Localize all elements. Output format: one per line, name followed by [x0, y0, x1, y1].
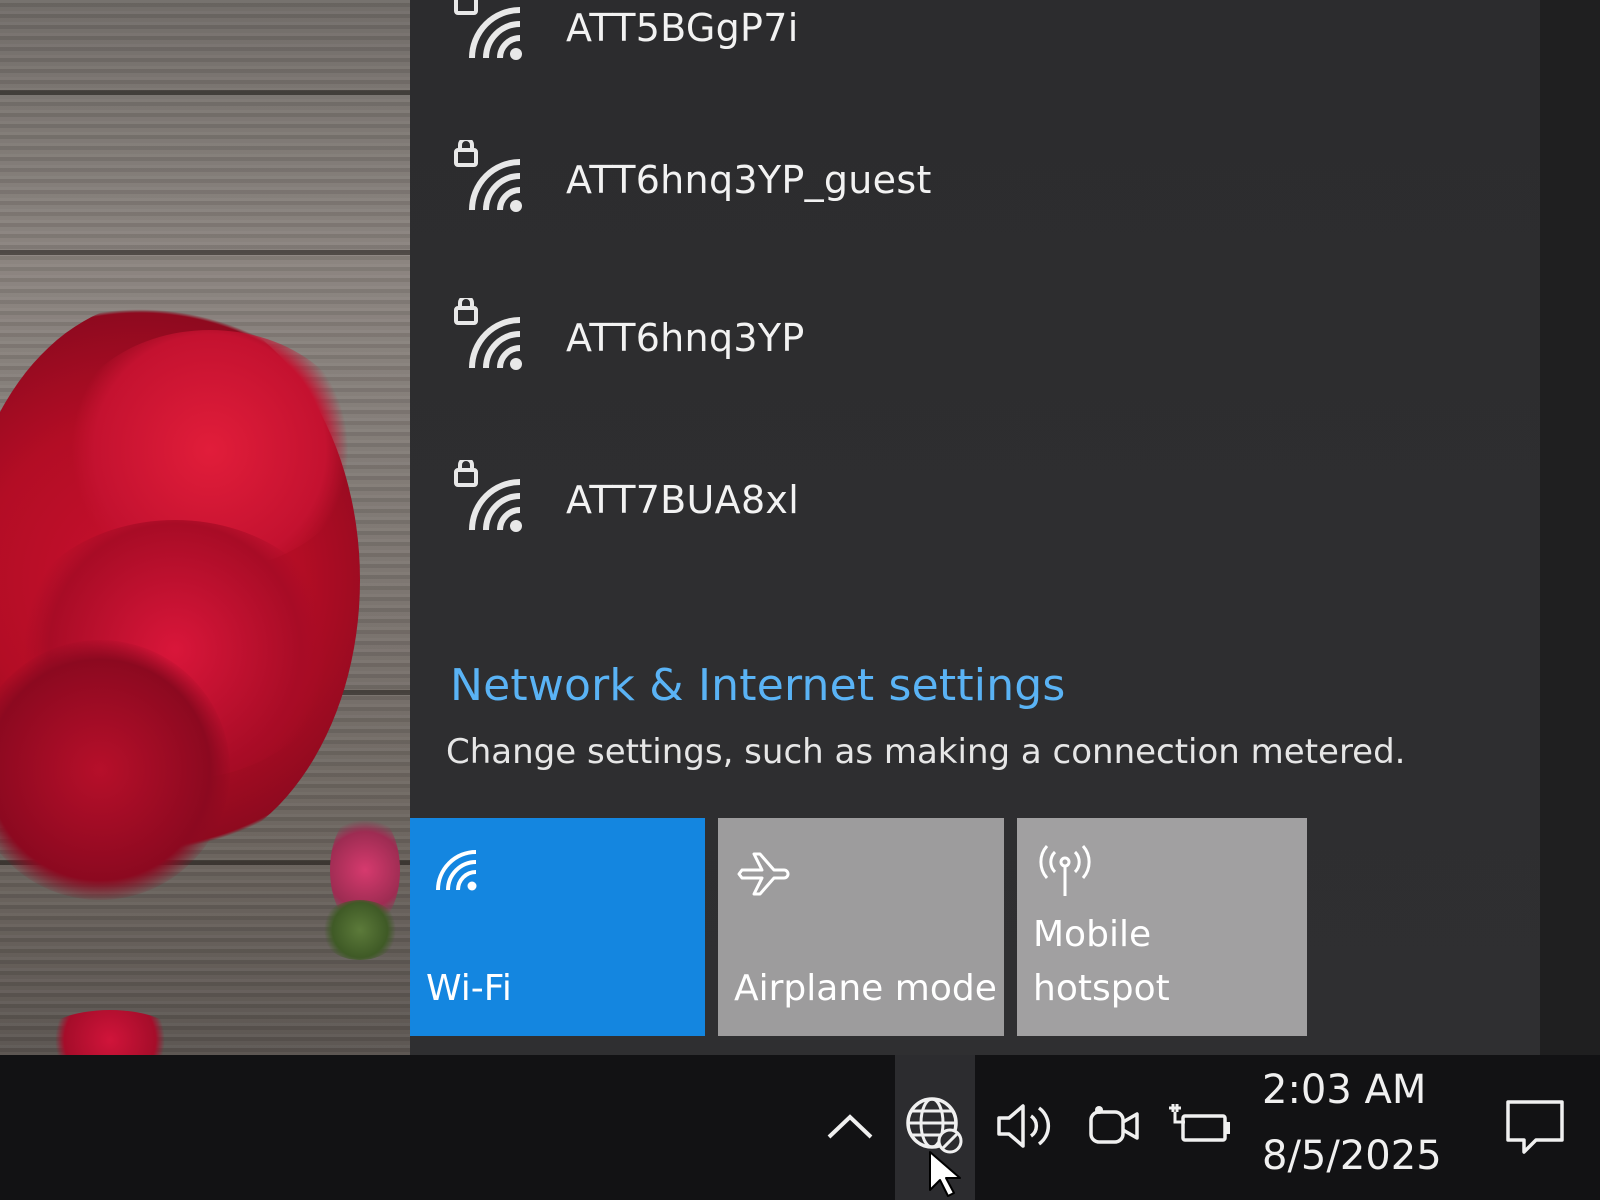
network-settings-description: Change settings, such as making a connec… — [446, 732, 1406, 772]
taskbar: 2:03 AM 8/5/2025 — [0, 1055, 1600, 1200]
meet-now-button[interactable] — [1075, 1055, 1155, 1200]
network-ssid: ATT6hnq3YP — [566, 316, 805, 360]
meet-now-icon — [1085, 1098, 1145, 1158]
airplane-icon — [734, 840, 798, 908]
wifi-toggle-tile[interactable]: Wi-Fi — [410, 818, 705, 1036]
network-item[interactable]: ATT6hnq3YP — [450, 288, 1150, 388]
clock-time[interactable]: 2:03 AM — [1262, 1067, 1426, 1113]
wifi-icon — [426, 840, 486, 904]
chevron-up-icon — [825, 1111, 875, 1145]
secured-wifi-icon — [450, 140, 530, 220]
volume-icon — [993, 1098, 1057, 1158]
hotspot-icon — [1033, 840, 1097, 908]
network-internet-settings-link[interactable]: Network & Internet settings — [450, 660, 1066, 711]
network-flyout: ATT5BGgP7i ATT6hnq3YP_guest ATT6hnq3YP A… — [410, 0, 1540, 1055]
network-ssid: ATT6hnq3YP_guest — [566, 158, 932, 202]
secured-wifi-icon — [450, 0, 530, 68]
screen-edge — [1540, 0, 1600, 1055]
battery-button[interactable] — [1155, 1055, 1245, 1200]
volume-button[interactable] — [985, 1055, 1065, 1200]
clock-date[interactable]: 8/5/2025 — [1262, 1133, 1442, 1179]
notifications-icon — [1504, 1096, 1566, 1160]
network-item[interactable]: ATT6hnq3YP_guest — [450, 130, 1150, 230]
hotspot-tile-label: Mobile hotspot — [1033, 914, 1170, 1009]
screen: ATT5BGgP7i ATT6hnq3YP_guest ATT6hnq3YP A… — [0, 0, 1600, 1200]
wifi-tile-label: Wi-Fi — [426, 968, 512, 1009]
network-ssid: ATT5BGgP7i — [566, 6, 799, 50]
battery-charging-icon — [1165, 1098, 1235, 1158]
network-item[interactable]: ATT5BGgP7i — [450, 0, 1150, 78]
action-center-button[interactable] — [1490, 1055, 1580, 1200]
mouse-cursor-icon — [928, 1150, 968, 1200]
show-hidden-icons-button[interactable] — [815, 1055, 885, 1200]
network-item[interactable]: ATT7BUA8xl — [450, 450, 1150, 550]
airplane-mode-tile[interactable]: Airplane mode — [718, 818, 1004, 1036]
network-ssid: ATT7BUA8xl — [566, 478, 800, 522]
secured-wifi-icon — [450, 460, 530, 540]
secured-wifi-icon — [450, 298, 530, 378]
mobile-hotspot-tile[interactable]: Mobile hotspot — [1017, 818, 1307, 1036]
desktop-wallpaper — [0, 0, 430, 1070]
airplane-tile-label: Airplane mode — [734, 968, 997, 1009]
